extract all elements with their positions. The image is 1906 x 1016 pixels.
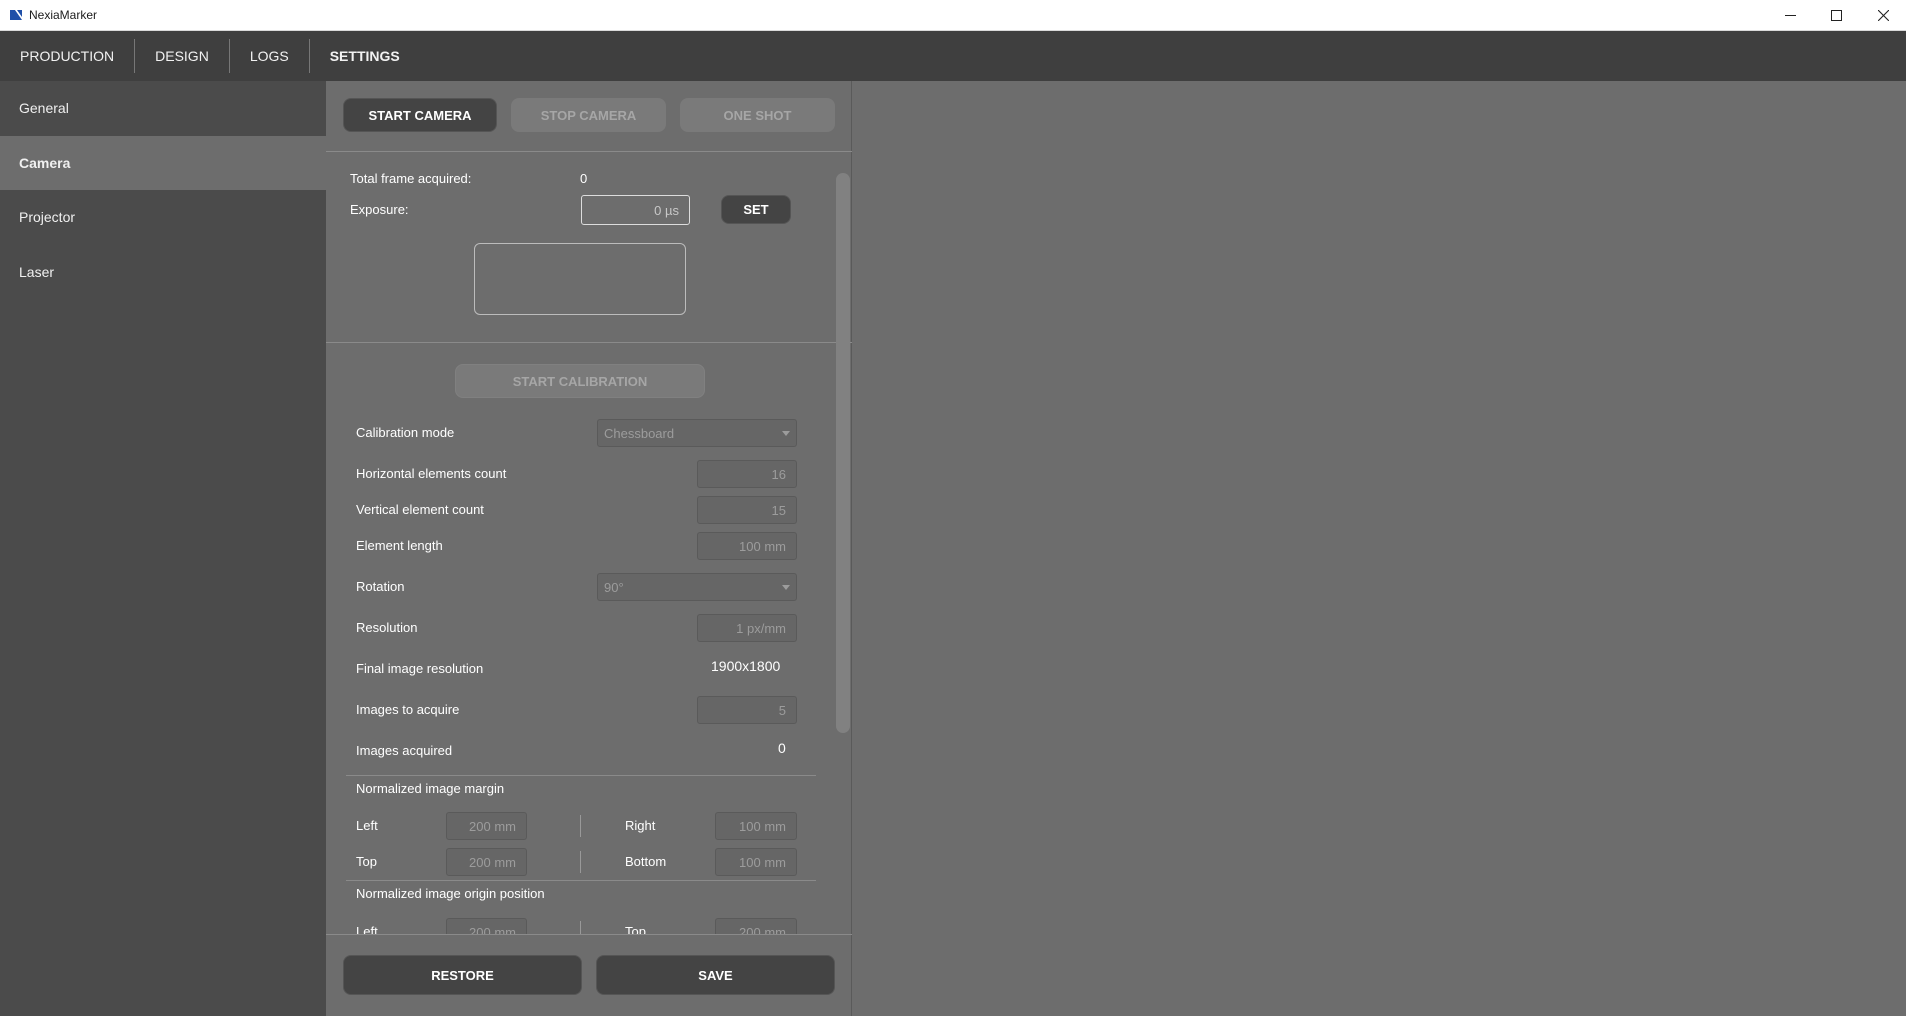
horizontal-count-input[interactable]: 16: [697, 460, 797, 488]
settings-sidebar: General Camera Projector Laser: [0, 81, 326, 1016]
vertical-count-input[interactable]: 15: [697, 496, 797, 524]
margin-top-label: Top: [356, 854, 377, 869]
origin-top-label: Top: [625, 924, 646, 934]
tab-design[interactable]: DESIGN: [135, 39, 230, 73]
window-title: NexiaMarker: [29, 8, 98, 22]
exposure-input[interactable]: 0 µs: [581, 195, 690, 225]
rotation-select[interactable]: 90°: [597, 573, 797, 601]
rotation-value: 90°: [604, 579, 624, 595]
calibration-mode-select[interactable]: Chessboard: [597, 419, 797, 447]
tab-logs[interactable]: LOGS: [230, 39, 310, 73]
scrollbar-thumb[interactable]: [836, 173, 850, 733]
element-length-label: Element length: [356, 538, 443, 553]
margin-section-title: Normalized image margin: [356, 781, 505, 796]
images-acquired-value: 0: [778, 740, 786, 756]
close-button[interactable]: [1860, 0, 1906, 31]
divider: [326, 934, 852, 935]
margin-right-input[interactable]: 100 mm: [715, 812, 797, 840]
images-to-acquire-label: Images to acquire: [356, 702, 460, 717]
divider: [326, 342, 852, 343]
sidebar-item-laser[interactable]: Laser: [0, 245, 326, 300]
vertical-count-label: Vertical element count: [356, 502, 484, 517]
element-length-input[interactable]: 100 mm: [697, 532, 797, 560]
calibration-mode-value: Chessboard: [604, 425, 675, 441]
app-logo-icon: [10, 10, 22, 20]
maximize-button[interactable]: [1813, 0, 1859, 31]
origin-left-label: Left: [356, 924, 378, 934]
images-to-acquire-input[interactable]: 5: [697, 696, 797, 724]
rotation-label: Rotation: [356, 579, 405, 594]
origin-left-input[interactable]: 200 mm: [446, 918, 527, 934]
start-camera-button[interactable]: START CAMERA: [343, 98, 497, 132]
start-calibration-button[interactable]: START CALIBRATION: [455, 364, 705, 398]
resolution-label: Resolution: [356, 620, 418, 635]
horizontal-count-label: Horizontal elements count: [356, 466, 507, 481]
maximize-icon: [1830, 10, 1842, 21]
one-shot-button[interactable]: ONE SHOT: [680, 98, 835, 132]
restore-button[interactable]: RESTORE: [343, 955, 582, 995]
top-nav: PRODUCTION DESIGN LOGS SETTINGS: [0, 31, 1906, 81]
sidebar-item-projector[interactable]: Projector: [0, 190, 326, 245]
camera-settings-panel: START CAMERA STOP CAMERA ONE SHOT Total …: [326, 81, 852, 1016]
scroll-content: START CAMERA STOP CAMERA ONE SHOT Total …: [326, 81, 852, 934]
margin-left-label: Left: [356, 818, 378, 833]
calibration-mode-label: Calibration mode: [356, 425, 455, 440]
divider: [326, 151, 852, 152]
camera-preview: [474, 243, 686, 315]
chevron-down-icon: [782, 584, 790, 590]
divider: [346, 775, 816, 776]
origin-top-input[interactable]: 200 mm: [715, 918, 797, 934]
tab-settings[interactable]: SETTINGS: [310, 39, 420, 73]
resolution-input[interactable]: 1 px/mm: [697, 614, 797, 642]
chevron-down-icon: [782, 430, 790, 436]
origin-section-title: Normalized image origin position: [356, 886, 545, 901]
margin-right-label: Right: [625, 818, 656, 833]
title-bar: NexiaMarker: [0, 0, 1906, 31]
sidebar-item-camera[interactable]: Camera: [0, 135, 326, 190]
total-frame-label: Total frame acquired:: [350, 171, 472, 186]
final-resolution-label: Final image resolution: [356, 661, 484, 676]
final-resolution-value: 1900x1800: [711, 658, 781, 674]
margin-bottom-input[interactable]: 100 mm: [715, 848, 797, 876]
margin-bottom-label: Bottom: [625, 854, 667, 869]
save-button[interactable]: SAVE: [596, 955, 835, 995]
minimize-button[interactable]: [1767, 0, 1813, 31]
divider: [346, 880, 816, 881]
divider: [580, 921, 581, 934]
close-icon: [1877, 10, 1889, 21]
images-acquired-label: Images acquired: [356, 743, 453, 758]
margin-left-input[interactable]: 200 mm: [446, 812, 527, 840]
stop-camera-button[interactable]: STOP CAMERA: [511, 98, 666, 132]
main-content-area: [853, 81, 1906, 1016]
divider: [580, 815, 581, 837]
exposure-label: Exposure:: [350, 202, 409, 217]
tab-production[interactable]: PRODUCTION: [0, 39, 136, 73]
divider: [580, 851, 581, 873]
set-exposure-button[interactable]: SET: [721, 195, 791, 224]
sidebar-item-general[interactable]: General: [0, 81, 326, 136]
margin-top-input[interactable]: 200 mm: [446, 848, 527, 876]
minimize-icon: [1784, 15, 1796, 16]
total-frame-value: 0: [580, 171, 588, 186]
